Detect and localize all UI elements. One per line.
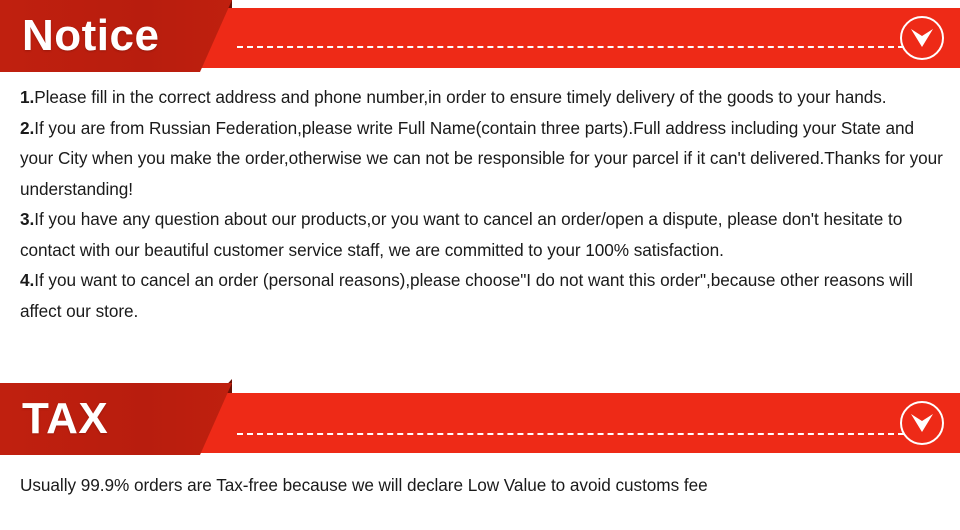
notice-item-1-number: 1. — [20, 87, 35, 107]
notice-item-3-text: If you have any question about our produ… — [20, 209, 903, 260]
notice-item-2-text: If you are from Russian Federation,pleas… — [20, 117, 943, 199]
tax-item-1: Usually 99.9% orders are Tax-free becaus… — [20, 470, 945, 501]
tax-title: TAX — [22, 394, 109, 443]
notice-item-3-number: 3. — [20, 209, 35, 229]
notice-item-2: 2.If you are from Russian Federation,ple… — [20, 113, 945, 205]
notice-body-text: 1.Please fill in the correct address and… — [20, 82, 945, 326]
notice-banner: Notice — [0, 0, 960, 76]
tax-banner-dashed-line — [237, 433, 904, 435]
tax-chevron-down-circle-icon[interactable] — [900, 401, 944, 445]
notice-item-1: 1.Please fill in the correct address and… — [20, 82, 945, 113]
notice-tax-infographic: Notice 1.Please fill in the correct addr… — [0, 0, 960, 530]
notice-item-4-number: 4. — [20, 270, 35, 290]
tax-item-1-text: Usually 99.9% orders are Tax-free becaus… — [20, 475, 708, 495]
tax-banner: TAX — [0, 379, 960, 459]
notice-item-4: 4.If you want to cancel an order (person… — [20, 265, 945, 326]
notice-banner-dashed-line — [237, 46, 904, 48]
notice-title: Notice — [22, 11, 160, 60]
notice-chevron-down-circle-icon[interactable] — [900, 16, 944, 60]
tax-body-text: Usually 99.9% orders are Tax-free becaus… — [20, 470, 945, 501]
notice-item-4-text: If you want to cancel an order (personal… — [20, 270, 913, 321]
notice-item-1-text: Please fill in the correct address and p… — [34, 87, 887, 107]
notice-item-3: 3.If you have any question about our pro… — [20, 204, 945, 265]
notice-item-2-number: 2. — [20, 117, 35, 138]
